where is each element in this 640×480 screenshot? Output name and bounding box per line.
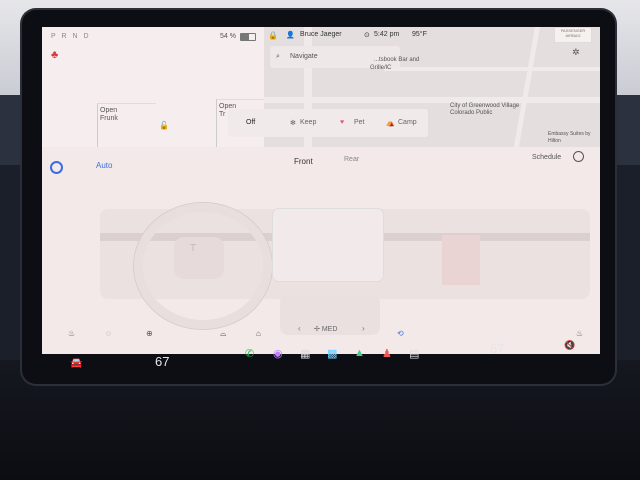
car-icon[interactable]: 🚘 xyxy=(70,358,82,369)
clock-time: 5:42 pm xyxy=(374,31,400,38)
climate-panel: Auto Front Rear Schedule T ‹ ✢ MED › ♨ ◌… xyxy=(42,147,600,354)
frunk-open-button[interactable]: Open Frunk xyxy=(97,103,156,152)
battery-level-fill xyxy=(241,34,249,40)
auto-button[interactable]: Auto xyxy=(96,161,112,170)
notes-icon[interactable]: ▤ xyxy=(409,347,419,360)
frunk-label: Open Frunk xyxy=(100,107,118,122)
user-name[interactable]: Bruce Jaeger xyxy=(300,31,342,38)
phone-icon[interactable]: ✆ xyxy=(245,347,254,360)
mode-pet[interactable]: Pet xyxy=(354,119,365,126)
tab-rear[interactable]: Rear xyxy=(344,156,359,163)
profile-icon[interactable]: 👤 xyxy=(286,31,295,39)
tesla-logo-icon: T xyxy=(190,243,197,254)
fan-speed-label: MED xyxy=(321,326,338,333)
mode-camp[interactable]: Camp xyxy=(398,119,417,126)
map-label-city[interactable]: City of Greenwood Village Colorado Publi… xyxy=(450,103,540,117)
power-icon[interactable] xyxy=(50,161,63,174)
clock-icon[interactable] xyxy=(573,151,584,162)
battery-icon xyxy=(240,33,256,41)
passenger-airbag-indicator: PASSENGER AIRBAG xyxy=(554,27,592,43)
outside-temperature: 95°F xyxy=(412,31,427,38)
navigate-placeholder: Navigate xyxy=(290,53,318,60)
schedule-button[interactable]: Schedule xyxy=(532,154,561,161)
gear-indicator: P R N D xyxy=(51,33,91,40)
search-icon: ⌕ xyxy=(276,53,280,60)
lock-icon[interactable]: 🔓 xyxy=(159,121,169,130)
status-bar: 🔒 👤 Bruce Jaeger ⊙ 5:42 pm 95°F xyxy=(264,27,600,43)
passenger-vent-highlight[interactable] xyxy=(442,235,480,285)
front-defrost-icon[interactable]: ⌂ xyxy=(256,329,261,338)
fan-increase-button[interactable]: › xyxy=(362,324,365,333)
seatbelt-warning-icon: ♣ xyxy=(51,49,59,61)
apps-icon[interactable]: ▩ xyxy=(327,347,337,360)
volume-mute-icon[interactable]: 🔇 xyxy=(564,340,575,351)
mode-keep[interactable]: Keep xyxy=(300,119,316,126)
recirculation-icon[interactable]: ⟲ xyxy=(397,329,404,338)
camera-icon[interactable]: ◉ xyxy=(273,347,283,360)
steering-hub xyxy=(174,237,224,279)
rear-defrost-icon[interactable]: ◌ xyxy=(106,329,111,338)
center-display-illustration xyxy=(273,209,383,281)
map-settings-icon[interactable]: ✲ xyxy=(572,47,580,58)
passenger-temperature[interactable]: 67 xyxy=(490,341,504,356)
energy-icon[interactable]: ▲ xyxy=(354,347,365,359)
joystick-icon[interactable]: ♟ xyxy=(382,347,392,360)
driver-temperature[interactable]: 67 xyxy=(155,354,169,369)
fan-speed[interactable]: ✢ MED xyxy=(314,325,337,333)
touchscreen[interactable]: P R N D ♣ 54 % Open Frunk Open Tr 🔓 🔒 👤 … xyxy=(42,27,600,354)
climate-keep-modes: Off ✻ Keep ♥ Pet ⛺ Camp xyxy=(228,109,428,137)
lock-status-icon[interactable]: 🔒 xyxy=(268,31,278,40)
tab-front[interactable]: Front xyxy=(294,157,313,166)
paw-icon: ♥ xyxy=(340,119,345,126)
seat-heat-right-icon[interactable]: ♨ xyxy=(576,329,583,338)
tent-icon: ⛺ xyxy=(386,120,395,127)
airflow-icon[interactable]: ⌓ xyxy=(220,329,226,339)
toybox-icon[interactable]: ▦ xyxy=(300,347,310,360)
photo-frame: P R N D ♣ 54 % Open Frunk Open Tr 🔓 🔒 👤 … xyxy=(0,0,640,480)
lte-icon: ⊙ xyxy=(364,32,370,39)
map-label-bar[interactable]: ...tsbook Bar and xyxy=(374,57,419,64)
fan-icon: ✢ xyxy=(314,326,322,333)
map-label-grille[interactable]: Grille/lC xyxy=(370,65,391,72)
fan-icon: ✻ xyxy=(290,120,296,127)
steering-heat-icon[interactable]: ⊕ xyxy=(146,329,153,338)
seat-heat-left-icon[interactable]: ♨ xyxy=(68,329,75,338)
map-label-hotel[interactable]: Embassy Suites by Hilton xyxy=(548,131,598,145)
mode-off[interactable]: Off xyxy=(246,119,255,126)
fan-decrease-button[interactable]: ‹ xyxy=(298,324,301,333)
battery-percent: 54 % xyxy=(220,33,236,40)
